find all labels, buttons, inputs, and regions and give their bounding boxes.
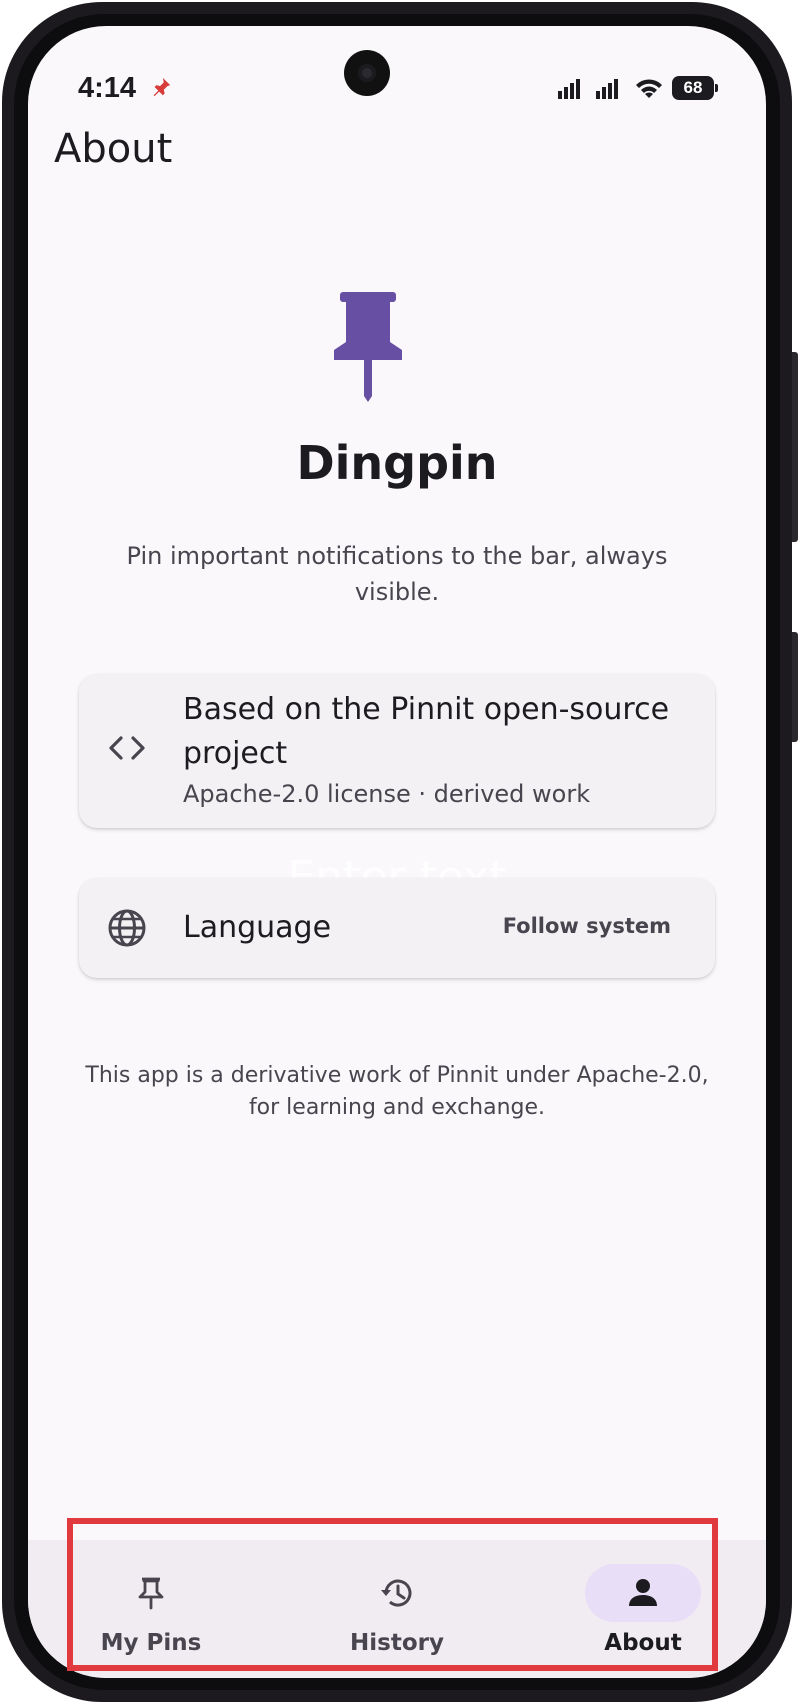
signal-icon: [558, 79, 580, 99]
volume-button: [792, 352, 798, 542]
globe-icon: [108, 909, 146, 947]
language-setting-card[interactable]: Language Follow system: [79, 878, 715, 978]
person-icon: [629, 1579, 657, 1606]
pin-notification-icon: [153, 77, 171, 97]
language-current-value: Follow system: [502, 914, 671, 938]
app-name: Dingpin: [296, 436, 498, 490]
source-card-title: Based on the Pinnit open-source project: [183, 692, 670, 771]
power-button: [792, 632, 798, 742]
code-icon: [109, 736, 145, 760]
nav-label: My Pins: [100, 1630, 202, 1656]
status-time: 4:14: [78, 72, 137, 104]
license-footer-text: This app is a derivative work of Pinnit …: [85, 1063, 709, 1120]
pushpin-icon: [334, 292, 402, 402]
front-camera: [344, 50, 390, 96]
battery-indicator: 68: [672, 76, 718, 100]
signal-icon-secondary: [596, 79, 618, 99]
bottom-navigation-bar: My Pins History About: [28, 1540, 766, 1678]
nav-item-history[interactable]: History: [274, 1540, 520, 1678]
phone-frame: 4:14 68 About Dingpin Pin important noti…: [2, 2, 798, 1702]
nav-label: History: [350, 1630, 444, 1656]
history-icon: [381, 1579, 412, 1607]
nav-item-about[interactable]: About: [520, 1540, 766, 1678]
nav-label: About: [604, 1630, 682, 1656]
screen: 4:14 68 About Dingpin Pin important noti…: [28, 26, 766, 1678]
source-card-subtitle: Apache-2.0 license · derived work: [183, 780, 591, 808]
page-title: About: [54, 126, 173, 172]
pushpin-icon: [138, 1577, 164, 1610]
nav-item-my-pins[interactable]: My Pins: [28, 1540, 274, 1678]
language-card-title: Language: [183, 910, 332, 945]
status-icons: 68: [558, 76, 718, 100]
wifi-icon: [636, 79, 662, 98]
source-project-card[interactable]: Based on the Pinnit open-source project …: [79, 674, 715, 828]
app-tagline: Pin important notifications to the bar, …: [126, 542, 668, 606]
